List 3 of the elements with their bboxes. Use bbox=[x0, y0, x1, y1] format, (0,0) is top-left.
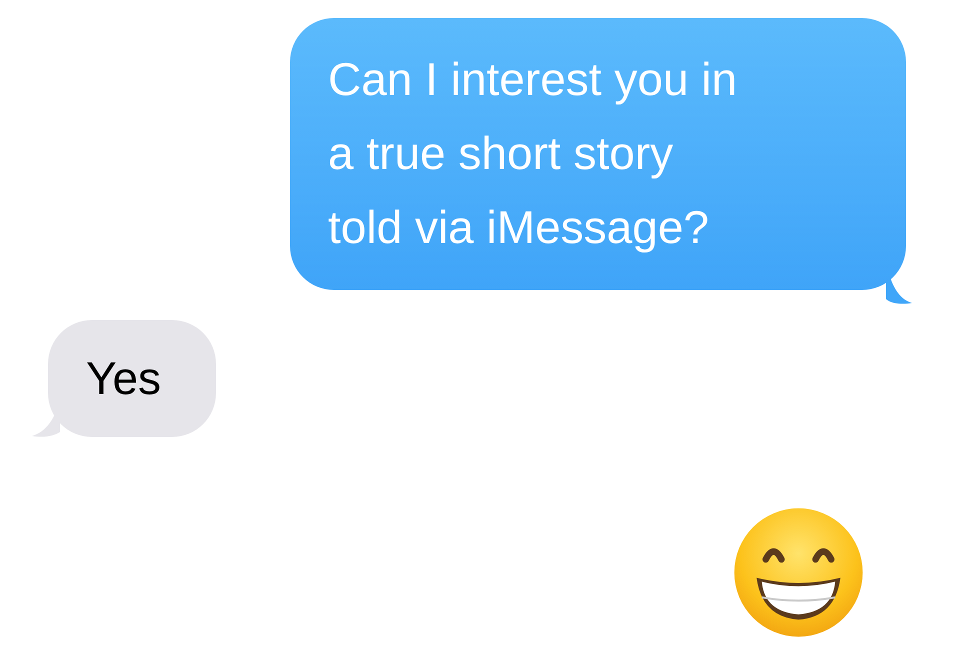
message-bubble: Can I interest you in a true short story told via iMessage? bbox=[290, 18, 906, 290]
message-bubble: Yes bbox=[48, 320, 216, 437]
grinning-face-icon bbox=[733, 507, 864, 638]
